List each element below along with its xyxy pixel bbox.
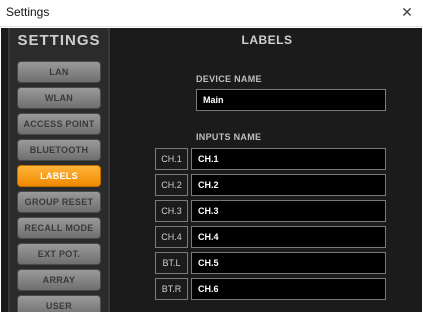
input-name-field[interactable]: CH.6	[191, 278, 386, 300]
settings-window: Settings ✕ SETTINGS LAN WLAN ACCESS POIN…	[0, 0, 423, 312]
sidebar-item-lan[interactable]: LAN	[17, 61, 101, 83]
window-title: Settings	[6, 5, 50, 19]
page-title: LABELS	[241, 33, 293, 47]
title-bar: Settings ✕	[0, 0, 423, 27]
channel-label: BT.R	[155, 278, 188, 300]
sidebar-item-group-reset[interactable]: GROUP RESET	[17, 191, 101, 213]
labels-panel: LABELS DEVICE NAME Main INPUTS NAME CH.1…	[114, 28, 420, 312]
input-name-field[interactable]: CH.2	[191, 174, 386, 196]
sidebar: SETTINGS LAN WLAN ACCESS POINT BLUETOOTH…	[8, 28, 110, 312]
sidebar-title: SETTINGS	[17, 32, 101, 49]
sidebar-item-array[interactable]: ARRAY	[17, 269, 101, 291]
close-icon[interactable]: ✕	[397, 2, 417, 22]
device-name-field[interactable]: Main	[196, 89, 386, 111]
inputs-name-label: INPUTS NAME	[196, 132, 262, 142]
channel-label: CH.3	[155, 200, 188, 222]
sidebar-item-recall-mode[interactable]: RECALL MODE	[17, 217, 101, 239]
channel-label: CH.2	[155, 174, 188, 196]
sidebar-item-bluetooth[interactable]: BLUETOOTH	[17, 139, 101, 161]
channel-label: CH.1	[155, 148, 188, 170]
sidebar-item-labels[interactable]: LABELS	[17, 165, 101, 187]
input-name-field[interactable]: CH.5	[191, 252, 386, 274]
input-name-field[interactable]: CH.4	[191, 226, 386, 248]
channel-label: BT.L	[155, 252, 188, 274]
sidebar-item-access-point[interactable]: ACCESS POINT	[17, 113, 101, 135]
settings-app: SETTINGS LAN WLAN ACCESS POINT BLUETOOTH…	[1, 28, 422, 312]
sidebar-item-wlan[interactable]: WLAN	[17, 87, 101, 109]
input-name-field[interactable]: CH.1	[191, 148, 386, 170]
channel-label: CH.4	[155, 226, 188, 248]
device-name-label: DEVICE NAME	[196, 74, 262, 84]
input-name-field[interactable]: CH.3	[191, 200, 386, 222]
sidebar-item-user[interactable]: USER	[17, 295, 101, 312]
sidebar-item-ext-pot[interactable]: EXT POT.	[17, 243, 101, 265]
